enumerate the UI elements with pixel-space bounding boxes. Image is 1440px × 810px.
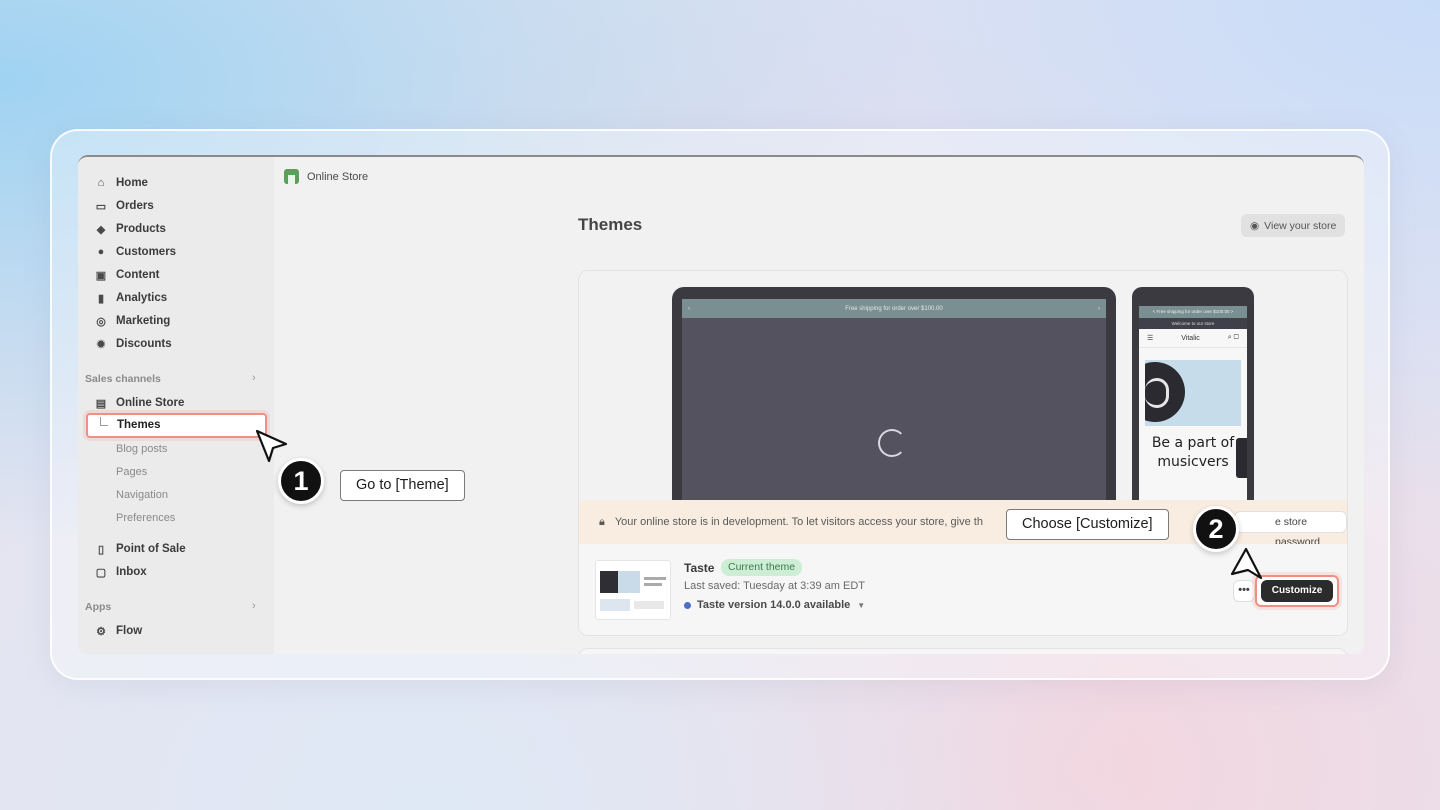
sidebar-item-themes[interactable]: Themes bbox=[86, 413, 267, 438]
sub-branch-icon bbox=[100, 417, 108, 426]
sidebar-item-products[interactable]: ◆ Products bbox=[94, 219, 166, 239]
chevron-right-icon[interactable]: › bbox=[252, 372, 256, 384]
tag-icon: ◆ bbox=[96, 223, 106, 236]
sidebar-item-home[interactable]: ⌂ Home bbox=[94, 173, 148, 193]
flow-icon: ⚙ bbox=[96, 625, 106, 638]
version-available[interactable]: Taste version 14.0.0 available ▼ bbox=[684, 599, 865, 611]
chevron-right-icon: › bbox=[1098, 305, 1100, 312]
image-icon: ▣ bbox=[95, 269, 107, 282]
step-1-label: Go to [Theme] bbox=[340, 470, 465, 501]
current-theme-badge: Current theme bbox=[721, 559, 803, 576]
step-1-badge: 1 bbox=[278, 458, 324, 504]
inbox-tray-icon: ▭ bbox=[95, 200, 107, 213]
theme-name: Taste bbox=[684, 561, 715, 575]
sidebar-item-customers[interactable]: ● Customers bbox=[94, 242, 176, 262]
sidebar-subitem-blog-posts[interactable]: Blog posts bbox=[116, 443, 167, 455]
discount-icon: ✹ bbox=[96, 338, 106, 351]
customize-highlight: Customize bbox=[1255, 575, 1339, 607]
phone-welcome-bar: Welcome to our store bbox=[1139, 318, 1247, 329]
step-2-label: Choose [Customize] bbox=[1006, 509, 1169, 540]
online-store-icon bbox=[284, 169, 299, 184]
pos-icon: ▯ bbox=[97, 543, 105, 556]
chevron-left-icon: ‹ bbox=[688, 305, 690, 312]
sidebar-subitem-navigation[interactable]: Navigation bbox=[116, 489, 168, 501]
person-icon: ● bbox=[97, 246, 105, 258]
sidebar-item-analytics[interactable]: ▮ Analytics bbox=[94, 288, 167, 308]
menu-icon: ☰ bbox=[1147, 335, 1154, 342]
breadcrumb-title: Online Store bbox=[307, 170, 369, 183]
sidebar-item-online-store[interactable]: ▤ Online Store bbox=[94, 393, 185, 413]
store-password-button[interactable]: e store password bbox=[1234, 511, 1347, 548]
target-icon: ◎ bbox=[96, 315, 106, 328]
loading-spinner bbox=[878, 429, 906, 457]
customize-button[interactable]: Customize bbox=[1261, 580, 1333, 602]
hero-image bbox=[1145, 360, 1241, 426]
more-actions-button[interactable]: ••• bbox=[1233, 580, 1255, 602]
cursor-arrow-icon bbox=[1230, 547, 1263, 580]
sidebar-subitem-pages[interactable]: Pages bbox=[116, 466, 147, 478]
last-saved-text: Last saved: Tuesday at 3:39 am EDT bbox=[684, 580, 865, 592]
bar-chart-icon: ▮ bbox=[97, 292, 105, 305]
phone-headline: Be a part of musicvers bbox=[1151, 435, 1235, 470]
home-icon: ⌂ bbox=[97, 177, 105, 189]
sales-channels-label: Sales channels bbox=[85, 373, 161, 385]
sidebar-item-point-of-sale[interactable]: ▯ Point of Sale bbox=[94, 539, 186, 559]
chevron-right-icon[interactable]: › bbox=[252, 600, 256, 612]
phone-brand: Vitalic bbox=[1181, 334, 1200, 342]
reviews-tab bbox=[1236, 438, 1247, 478]
search-cart-icons: ⌕ ▢ bbox=[1227, 334, 1239, 341]
sidebar-subitem-preferences[interactable]: Preferences bbox=[116, 512, 175, 524]
eye-icon: ◉ bbox=[1250, 219, 1260, 232]
phone-header: ☰ Vitalic ⌕ ▢ bbox=[1139, 329, 1247, 348]
status-dot bbox=[684, 601, 691, 609]
theme-thumbnail bbox=[595, 560, 671, 620]
announcement-bar: ‹ Free shipping for order over $100.00 › bbox=[682, 299, 1106, 318]
sidebar-item-content[interactable]: ▣ Content bbox=[94, 265, 160, 285]
theme-preview: ‹ Free shipping for order over $100.00 ›… bbox=[579, 271, 1347, 517]
shopify-admin-window: ⌂ Home ▭ Orders ◆ Products ● Customers ▣ Cont… bbox=[78, 155, 1364, 654]
sidebar-item-marketing[interactable]: ◎ Marketing bbox=[94, 311, 170, 331]
phone-preview: < Free shipping for order over $100.00 >… bbox=[1132, 287, 1254, 517]
sidebar-item-orders[interactable]: ▭ Orders bbox=[94, 196, 154, 216]
cursor-arrow-icon bbox=[255, 429, 288, 463]
sidebar-item-inbox[interactable]: ▢ Inbox bbox=[94, 562, 147, 582]
breadcrumb: Online Store bbox=[284, 169, 368, 184]
chat-icon: ▢ bbox=[95, 566, 107, 579]
chevron-down-icon: ▼ bbox=[857, 600, 866, 610]
sidebar: ⌂ Home ▭ Orders ◆ Products ● Customers ▣ Cont… bbox=[78, 157, 274, 654]
page-title: Themes bbox=[578, 215, 643, 234]
lock-icon: 🔒︎ bbox=[599, 515, 605, 528]
sidebar-item-discounts[interactable]: ✹ Discounts bbox=[94, 334, 171, 354]
storefront-icon: ▤ bbox=[95, 397, 107, 410]
view-store-button[interactable]: ◉ View your store bbox=[1241, 214, 1346, 237]
sidebar-item-flow[interactable]: ⚙ Flow bbox=[94, 621, 142, 641]
tablet-preview: ‹ Free shipping for order over $100.00 › bbox=[672, 287, 1116, 517]
phone-announcement-bar: < Free shipping for order over $100.00 > bbox=[1139, 306, 1247, 318]
theme-library-card bbox=[578, 648, 1348, 654]
apps-label: Apps bbox=[85, 601, 112, 613]
